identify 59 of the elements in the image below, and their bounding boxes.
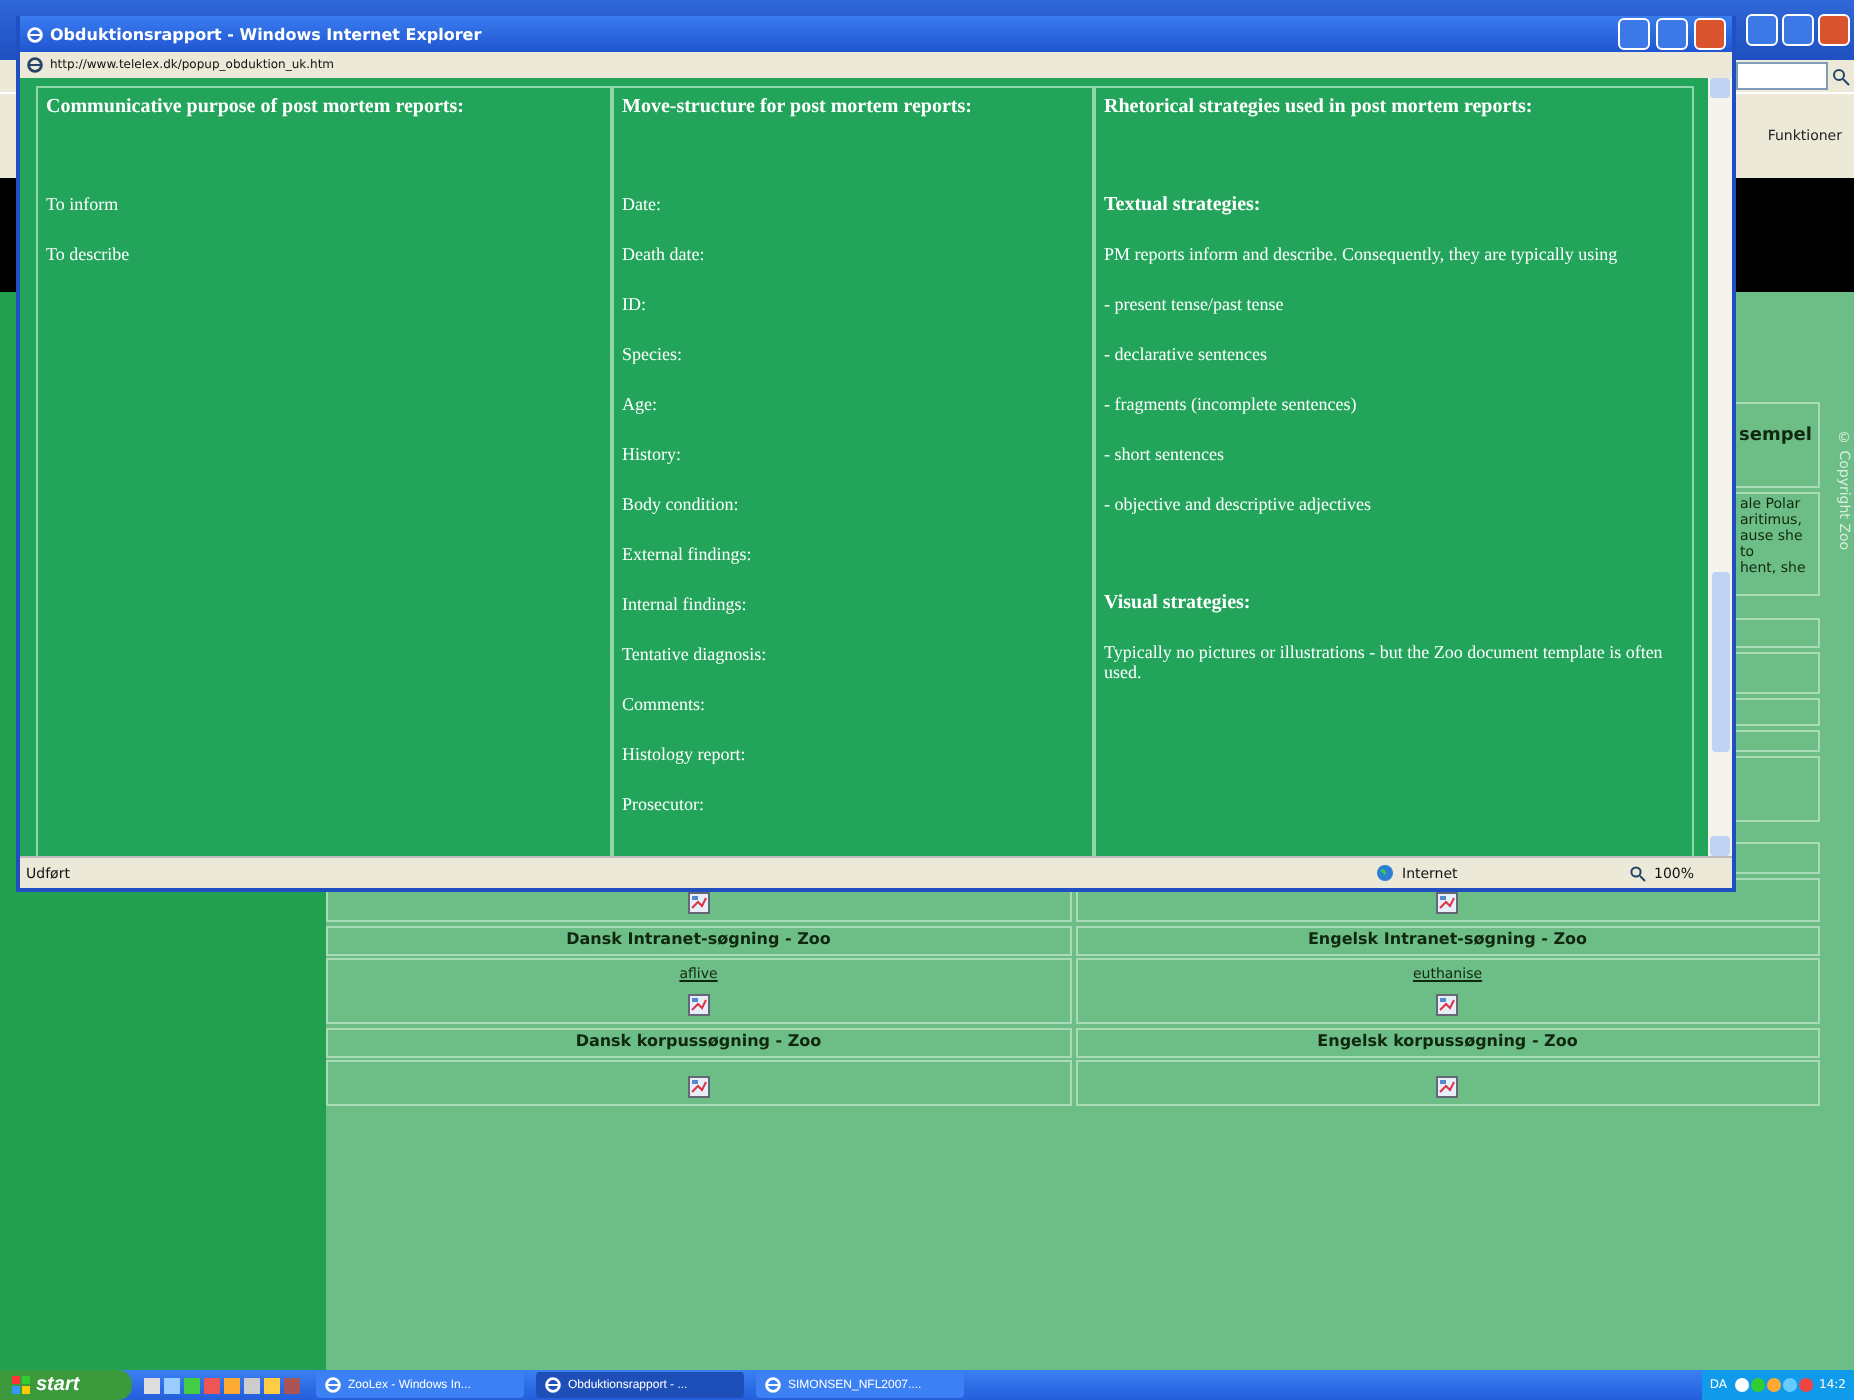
body-text: Body condition:	[622, 494, 741, 518]
section-heading: Visual strategies:	[1104, 592, 1253, 618]
body-text: Comments:	[622, 694, 708, 718]
browser-icon	[544, 1376, 562, 1394]
globe-icon	[1376, 864, 1394, 882]
body-text: Prosecutor:	[622, 794, 706, 818]
zoom-icon	[1630, 865, 1646, 881]
section-heading: Engelsk Intranet-søgning - Zoo	[1307, 930, 1588, 948]
body-text: ID:	[622, 294, 648, 318]
column-heading: Communicative purpose of post mortem reports:	[46, 96, 466, 118]
maximize-button[interactable]	[1782, 14, 1814, 46]
image-icon	[1436, 1076, 1459, 1098]
image-icon	[687, 1076, 710, 1098]
image-icon	[1436, 994, 1459, 1016]
search-icon[interactable]	[1832, 67, 1850, 85]
close-button[interactable]	[1818, 14, 1850, 46]
maximize-button[interactable]	[1656, 18, 1688, 50]
column-heading: Move-structure for post mortem reports:	[622, 96, 974, 118]
section-heading: Engelsk korpussøgning - Zoo	[1317, 1032, 1578, 1050]
body-text: Date:	[622, 194, 663, 218]
browser-icon	[26, 25, 44, 43]
body-text: - short sentences	[1104, 444, 1226, 468]
body-text: History:	[622, 444, 684, 468]
body-text: Internal findings:	[622, 594, 749, 618]
image-icon	[687, 892, 710, 914]
minimize-button[interactable]	[1746, 14, 1778, 46]
section-heading: Textual strategies:	[1104, 194, 1263, 220]
minimize-button[interactable]	[1618, 18, 1650, 50]
body-text: Age:	[622, 394, 659, 418]
body-text: Species:	[622, 344, 684, 368]
scrollbar[interactable]	[1708, 78, 1732, 856]
body-text: Tentative diagnosis:	[622, 644, 769, 668]
body-text: - objective and descriptive adjectives	[1104, 494, 1373, 518]
column-heading: sempel	[1739, 426, 1812, 446]
body-text: To describe	[46, 244, 132, 268]
section-heading: Dansk Intranet-søgning - Zoo	[566, 930, 831, 948]
body-text: To inform	[46, 194, 121, 218]
start-button[interactable]: start	[0, 1370, 132, 1400]
body-text: PM reports inform and describe. Consequently, they are typically using	[1104, 244, 1620, 268]
body-text: - present tense/past tense	[1104, 294, 1286, 318]
windows-logo-icon	[12, 1376, 30, 1394]
search-field[interactable]	[1736, 62, 1828, 90]
quick-launch-icons[interactable]	[144, 1375, 304, 1395]
image-icon	[687, 994, 710, 1016]
browser-icon	[26, 56, 44, 74]
tray-icons[interactable]	[1733, 1376, 1814, 1394]
body-text: - declarative sentences	[1104, 344, 1269, 368]
body-text: Typically no pictures or illustrations - but the Zoo document template is often used.	[1104, 642, 1665, 682]
body-text: Death date:	[622, 244, 707, 268]
section-heading: Dansk korpussøgning - Zoo	[575, 1032, 822, 1050]
column-heading: Rhetorical strategies used in post mortem reports:	[1104, 96, 1535, 118]
body-text: Histology report:	[622, 744, 748, 768]
image-icon	[1436, 892, 1459, 914]
browser-icon	[764, 1376, 782, 1394]
body-text: - fragments (incomplete sentences)	[1104, 394, 1359, 418]
browser-icon	[324, 1376, 342, 1394]
window-title: Obduktionsrapport - Windows Internet Explorer	[50, 25, 484, 43]
close-button[interactable]	[1694, 18, 1726, 50]
body-text: External findings:	[622, 544, 754, 568]
